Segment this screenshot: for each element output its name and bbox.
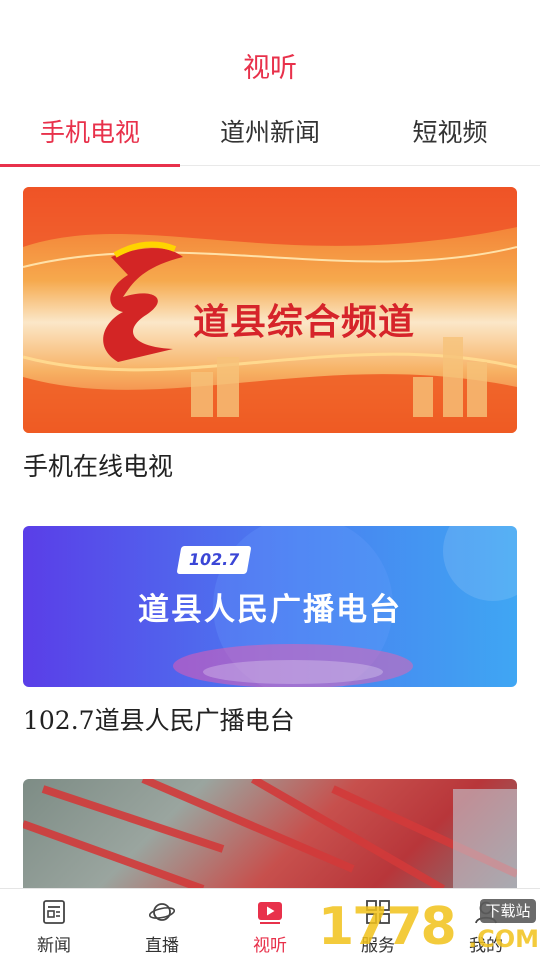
tab-short-video[interactable]: 短视频	[360, 100, 540, 166]
frequency-badge: 102.7	[176, 546, 252, 574]
tabbar-label: 直播	[145, 936, 179, 956]
live-planet-icon	[149, 903, 175, 921]
channel-banner-text: 道县综合频道	[193, 302, 416, 343]
tabbar-item-live[interactable]: 直播	[108, 889, 216, 960]
dragon-boat-image[interactable]	[23, 779, 517, 888]
tab-mobile-tv[interactable]: 手机电视	[0, 100, 180, 167]
radio-banner-text: 道县人民广播电台	[138, 592, 402, 628]
tab-daozhou-news[interactable]: 道州新闻	[180, 100, 360, 166]
tabbar-item-mine[interactable]: 我的	[432, 889, 540, 960]
tabbar-item-services[interactable]: 服务	[324, 889, 432, 960]
page-title: 视听	[243, 53, 297, 84]
list-item[interactable]	[23, 779, 517, 888]
grid-service-icon	[366, 900, 390, 924]
bottom-tab-bar: 新闻 直播 视听 服务 我的	[0, 888, 540, 960]
tabbar-item-audiovisual[interactable]: 视听	[216, 889, 324, 960]
channel-tabs: 手机电视 道州新闻 短视频	[0, 100, 540, 167]
tabbar-label: 服务	[361, 936, 395, 956]
tabbar-label: 我的	[469, 936, 503, 956]
card-caption[interactable]: 102.7道县人民广播电台	[23, 701, 517, 737]
radio-banner-image[interactable]: 102.7 道县人民广播电台	[23, 526, 517, 687]
user-icon	[475, 901, 497, 924]
news-icon	[43, 900, 65, 924]
list-item[interactable]: 102.7 道县人民广播电台 102.7道县人民广播电台	[23, 526, 517, 737]
channel-banner-image[interactable]: 道县综合频道	[23, 187, 517, 433]
tabbar-label: 新闻	[37, 936, 71, 956]
header-bar: 视听	[0, 0, 540, 100]
list-item[interactable]: 道县综合频道 手机在线电视	[23, 187, 517, 483]
tabbar-label: 视听	[253, 936, 287, 956]
content-list[interactable]: 道县综合频道 手机在线电视 102.7 道县人民广播电台 102.7道县人民广播…	[0, 166, 540, 888]
card-caption[interactable]: 手机在线电视	[23, 447, 517, 483]
tabbar-item-news[interactable]: 新闻	[0, 889, 108, 960]
play-video-icon	[258, 902, 282, 924]
